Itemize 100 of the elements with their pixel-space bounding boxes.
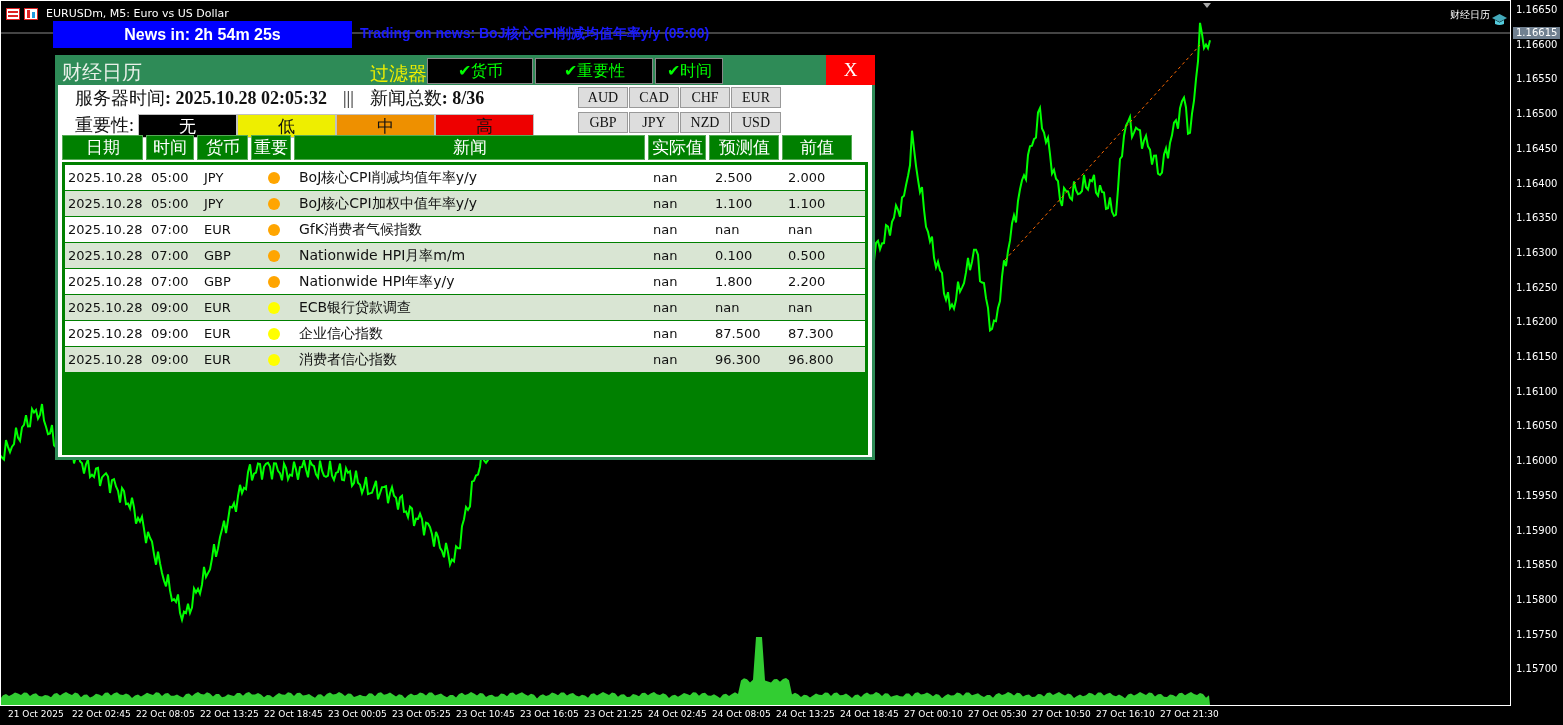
previous-cell-text: 0.500	[787, 246, 827, 265]
time-cell-text: 07:00	[150, 220, 190, 239]
table-row[interactable]: 2025.10.28 05:00 JPY BoJ核心CPI削减均值年率y/y nan 2.500 2.000	[65, 165, 865, 191]
currency-button[interactable]: USD	[731, 112, 781, 133]
price-label: 1.16550	[1516, 73, 1558, 86]
currency-cell-text: EUR	[203, 350, 232, 369]
currency-cell-text: EUR	[203, 324, 232, 343]
price-label: 1.16200	[1516, 316, 1558, 329]
column-header[interactable]: 日期	[62, 135, 143, 160]
time-label: 21 Oct 2025	[8, 709, 64, 719]
filter-button[interactable]: ✔货币	[427, 58, 533, 84]
column-header[interactable]: 货币	[197, 135, 248, 160]
forecast-cell-text: 1.800	[714, 272, 754, 291]
table-row[interactable]: 2025.10.28 07:00 GBP Nationwide HPI月率m/m nan 0.100 0.500	[65, 243, 865, 269]
currency-button[interactable]: AUD	[578, 87, 628, 108]
filter-button[interactable]: ✔时间	[655, 58, 723, 84]
date-cell-text: 2025.10.28	[67, 194, 144, 213]
time-label: 27 Oct 10:50	[1032, 709, 1091, 719]
forecast-cell-text: 2.500	[714, 168, 754, 187]
time-label: 27 Oct 00:10	[904, 709, 963, 719]
price-label: 1.16150	[1516, 351, 1558, 363]
date-cell-text: 2025.10.28	[67, 272, 144, 291]
indicator-label: 财经日历	[1450, 8, 1490, 22]
news-cell-text: Nationwide HPI年率y/y	[298, 272, 456, 291]
time-cell-text: 07:00	[150, 246, 190, 265]
actual-cell-text: nan	[652, 272, 679, 291]
currency-button[interactable]: JPY	[629, 112, 679, 133]
currency-button[interactable]: NZD	[680, 112, 730, 133]
forecast-cell-text: 87.500	[714, 324, 762, 343]
price-label: 1.15700	[1516, 663, 1558, 676]
table-row[interactable]: 2025.10.28 05:00 JPY BoJ核心CPI加权中值年率y/y nan 1.100 1.100	[65, 191, 865, 217]
price-label: 1.16450	[1516, 142, 1558, 155]
filter-label: 过滤器	[370, 62, 427, 86]
filter-button[interactable]: ✔重要性	[535, 58, 653, 84]
currency-button[interactable]: EUR	[731, 87, 781, 108]
column-header[interactable]: 实际值	[648, 135, 706, 160]
actual-cell-text: nan	[652, 298, 679, 317]
actual-cell-text: nan	[652, 246, 679, 265]
forecast-cell-text: nan	[714, 298, 741, 317]
price-label: 1.15900	[1516, 524, 1558, 537]
news-cell-text: 消费者信心指数	[298, 350, 398, 369]
news-cell-text: GfK消费者气候指数	[298, 220, 423, 239]
column-header[interactable]: 时间	[146, 135, 194, 160]
currency-cell-text: GBP	[203, 272, 232, 291]
table-row[interactable]: 2025.10.28 09:00 EUR 企业信心指数 nan 87.500 87.300	[65, 321, 865, 347]
column-header[interactable]: 新闻	[294, 135, 645, 160]
previous-cell-text: 2.000	[787, 168, 827, 187]
price-label: 1.15750	[1516, 628, 1558, 641]
column-header[interactable]: 重要	[251, 135, 291, 160]
price-label: 1.16000	[1516, 455, 1558, 468]
currency-button[interactable]: CAD	[629, 87, 679, 108]
date-cell-text: 2025.10.28	[67, 246, 144, 265]
importance-level[interactable]: 中	[336, 113, 435, 138]
forecast-cell-text: 96.300	[714, 350, 762, 369]
table-row[interactable]: 2025.10.28 09:00 EUR ECB银行贷款调查 nan nan nan	[65, 295, 865, 321]
time-label: 22 Oct 13:25	[200, 709, 259, 719]
time-label: 23 Oct 05:25	[392, 709, 451, 719]
importance-level[interactable]: 低	[237, 113, 336, 138]
currency-button[interactable]: CHF	[680, 87, 730, 108]
time-label: 27 Oct 21:30	[1160, 709, 1219, 719]
importance-level[interactable]: 高	[435, 113, 534, 138]
importance-level[interactable]: 无	[138, 113, 237, 138]
currency-button[interactable]: GBP	[578, 112, 628, 133]
countdown-banner: News in: 2h 54m 25s	[53, 21, 352, 48]
table-row[interactable]: 2025.10.28 07:00 GBP Nationwide HPI年率y/y nan 1.800 2.200	[65, 269, 865, 295]
server-time-text: 服务器时间: 2025.10.28 02:05:32	[75, 87, 327, 110]
currency-cell-text: JPY	[202, 168, 225, 187]
close-button[interactable]: X	[826, 55, 875, 85]
previous-cell-text: 96.800	[787, 350, 835, 369]
chart-icon[interactable]	[24, 6, 38, 20]
previous-cell-text: nan	[787, 298, 814, 317]
time-label: 24 Oct 13:25	[776, 709, 835, 719]
actual-cell-text: nan	[652, 350, 679, 369]
column-header[interactable]: 预测值	[709, 135, 779, 160]
time-label: 24 Oct 02:45	[648, 709, 707, 719]
date-cell-text: 2025.10.28	[67, 220, 144, 239]
date-cell-text: 2025.10.28	[67, 350, 144, 369]
time-label: 22 Oct 08:05	[136, 709, 195, 719]
price-label: 1.15850	[1516, 559, 1558, 572]
table-row[interactable]: 2025.10.28 07:00 EUR GfK消费者气候指数 nan nan nan	[65, 217, 865, 243]
news-cell-text: ECB银行贷款调查	[298, 298, 413, 317]
news-cell-text: BoJ核心CPI加权中值年率y/y	[298, 194, 478, 213]
currency-cell-text: GBP	[203, 246, 232, 265]
time-cell-text: 05:00	[150, 168, 190, 187]
actual-cell-text: nan	[652, 168, 679, 187]
grid-icon[interactable]	[6, 6, 20, 20]
column-header[interactable]: 前值	[782, 135, 852, 160]
currency-cell-text: EUR	[203, 298, 232, 317]
panel-title: 财经日历	[61, 60, 143, 85]
news-cell-text: Nationwide HPI月率m/m	[298, 246, 467, 265]
date-cell-text: 2025.10.28	[67, 168, 144, 187]
actual-cell-text: nan	[652, 324, 679, 343]
price-label: 1.15950	[1516, 489, 1558, 502]
time-label: 22 Oct 02:45	[72, 709, 131, 719]
date-cell-text: 2025.10.28	[67, 324, 144, 343]
previous-cell-text: nan	[787, 220, 814, 239]
table-row[interactable]: 2025.10.28 09:00 EUR 消费者信心指数 nan 96.300 96.800	[65, 347, 865, 373]
price-label: 1.16500	[1516, 108, 1558, 121]
current-price-tag: 1.16615	[1513, 27, 1561, 39]
price-label: 1.16400	[1516, 177, 1558, 190]
